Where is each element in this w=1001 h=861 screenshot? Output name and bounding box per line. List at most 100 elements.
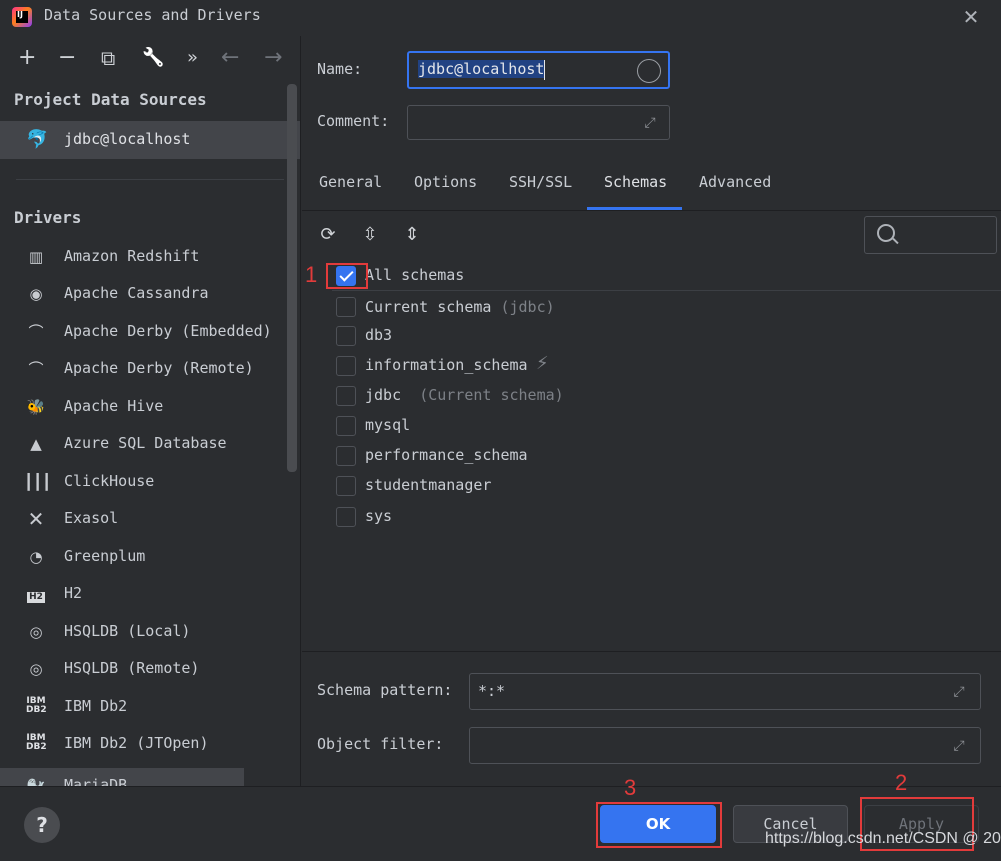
hsqldb-icon: ◎: [29, 623, 43, 641]
derby-icon: ⌒: [28, 323, 44, 341]
driver-item-apache-cassandra[interactable]: ◉ Apache Cassandra: [0, 276, 285, 312]
data-source-item-selected[interactable]: 🐬 jdbc@localhost: [0, 121, 300, 159]
back-arrow-icon[interactable]: ←: [221, 44, 239, 72]
refresh-icon[interactable]: ⟳: [316, 223, 340, 247]
expand-icon[interactable]: ⤢: [950, 683, 968, 701]
hsqldb-icon: ◎: [29, 660, 43, 678]
derby-icon: ⌒: [28, 360, 44, 378]
more-icon[interactable]: »: [187, 44, 198, 72]
add-icon[interactable]: +: [18, 44, 36, 72]
driver-item-ibm-db2[interactable]: IBM DB2 IBM Db2: [0, 689, 285, 725]
h2-icon: H2: [27, 592, 45, 603]
schema-checkbox-studentmanager[interactable]: [336, 476, 356, 496]
expand-all-icon[interactable]: ⇳: [358, 223, 382, 247]
driver-item-hsqldb-local[interactable]: ◎ HSQLDB (Local): [0, 614, 285, 650]
search-icon: [877, 224, 895, 242]
ibm-db2-icon: IBM DB2: [26, 696, 47, 715]
driver-item-amazon-redshift[interactable]: ▥ Amazon Redshift: [0, 239, 285, 275]
drivers-heading: Drivers: [14, 208, 82, 227]
ibm-db2-icon: IBM DB2: [26, 733, 47, 752]
dialog-footer: ? OK Cancel Apply: [0, 786, 1001, 861]
driver-item-exasol[interactable]: ✕ Exasol: [0, 501, 285, 537]
schema-label-mysql: mysql: [365, 416, 411, 434]
driver-item-azure-sql-database[interactable]: ▲ Azure SQL Database: [0, 426, 285, 462]
mysql-dolphin-icon: 🐬: [26, 129, 49, 150]
window-title: Data Sources and Drivers: [44, 6, 261, 24]
intellij-logo-icon: IJ: [12, 7, 32, 27]
driver-item-apache-derby-embedded[interactable]: ⌒ Apache Derby (Embedded): [0, 314, 285, 350]
schema-label-studentmanager: studentmanager: [365, 476, 492, 494]
hive-icon: 🐝: [26, 398, 46, 416]
annotation-box-3: [596, 802, 722, 848]
schema-label-current: Current schema (jdbc): [365, 298, 555, 316]
object-filter-input[interactable]: ⤢: [469, 727, 981, 764]
schema-checkbox-jdbc[interactable]: [336, 386, 356, 406]
divider: [332, 290, 1001, 291]
schema-label-performance-schema: performance_schema: [365, 446, 528, 464]
lightning-icon: ⚡: [536, 353, 549, 374]
tabs-divider: [302, 210, 1001, 211]
driver-item-apache-derby-remote[interactable]: ⌒ Apache Derby (Remote): [0, 351, 285, 387]
schema-search-input[interactable]: [864, 216, 997, 254]
driver-item-clickhouse[interactable]: ┃┃┃ ClickHouse: [0, 464, 285, 500]
schema-pattern-label: Schema pattern:: [317, 681, 453, 699]
schema-checkbox-performance-schema[interactable]: [336, 446, 356, 466]
driver-item-mariadb[interactable]: 🦭 MariaDB: [0, 768, 244, 786]
mariadb-icon: 🦭: [26, 777, 46, 786]
title-bar: IJ Data Sources and Drivers ✕: [0, 0, 1001, 34]
name-input[interactable]: jdbc@localhost: [407, 51, 670, 89]
annotation-number-2: 2: [895, 770, 908, 795]
data-source-label: jdbc@localhost: [64, 130, 191, 148]
help-button[interactable]: ?: [24, 807, 60, 843]
exasol-icon: ✕: [27, 507, 45, 531]
driver-item-greenplum[interactable]: ◔ Greenplum: [0, 539, 285, 575]
schema-pattern-input[interactable]: *:* ⤢: [469, 673, 981, 710]
wrench-icon[interactable]: 🔧: [142, 44, 164, 72]
object-filter-label: Object filter:: [317, 735, 444, 753]
left-panel: + − ⧉ 🔧 » ← → Project Data Sources 🐬 jdb…: [0, 36, 301, 786]
schema-checkbox-information-schema[interactable]: [336, 356, 356, 376]
tab-schemas[interactable]: Schemas: [604, 173, 667, 191]
driver-item-hsqldb-remote[interactable]: ◎ HSQLDB (Remote): [0, 651, 285, 687]
expand-icon[interactable]: ⤢: [641, 114, 659, 132]
tab-ssh-ssl[interactable]: SSH/SSL: [509, 173, 572, 191]
schema-label-db3: db3: [365, 326, 393, 344]
driver-item-apache-hive[interactable]: 🐝 Apache Hive: [0, 389, 285, 425]
divider: [302, 651, 1001, 652]
schema-label-jdbc: jdbc (Current schema): [365, 386, 564, 404]
watermark: https://blog.csdn.net/CSDN @ 2023: [765, 830, 1001, 847]
schema-checkbox-mysql[interactable]: [336, 416, 356, 436]
close-icon[interactable]: ✕: [960, 6, 982, 28]
remove-icon[interactable]: −: [58, 44, 76, 72]
redshift-icon: ▥: [28, 248, 44, 266]
color-circle-icon[interactable]: [637, 59, 661, 83]
clickhouse-icon: ┃┃┃: [24, 473, 52, 491]
schema-label-sys: sys: [365, 507, 393, 525]
driver-item-ibm-db2-jtopen[interactable]: IBM DB2 IBM Db2 (JTOpen): [0, 726, 285, 762]
annotation-box-1: [326, 263, 368, 289]
schema-label-information-schema: information_schema: [365, 356, 528, 374]
collapse-all-icon[interactable]: ⇕: [400, 223, 424, 247]
left-scrollbar[interactable]: [287, 84, 297, 472]
azure-icon: ▲: [30, 435, 42, 453]
project-data-sources-heading: Project Data Sources: [14, 90, 207, 109]
all-schemas-label: All schemas: [365, 266, 465, 284]
expand-icon[interactable]: ⤢: [950, 737, 968, 755]
tab-advanced[interactable]: Advanced: [699, 173, 771, 191]
duplicate-icon[interactable]: ⧉: [101, 44, 115, 72]
tab-general[interactable]: General: [319, 173, 382, 191]
schema-checkbox-sys[interactable]: [336, 507, 356, 527]
cassandra-icon: ◉: [29, 285, 43, 303]
greenplum-icon: ◔: [29, 548, 43, 566]
comment-label: Comment:: [317, 112, 390, 130]
driver-item-h2[interactable]: H2 H2: [0, 576, 285, 612]
forward-arrow-icon[interactable]: →: [264, 44, 282, 72]
annotation-number-1: 1: [305, 262, 318, 287]
schema-checkbox-db3[interactable]: [336, 326, 356, 346]
right-panel: Name: jdbc@localhost Comment: ⤢ General …: [302, 36, 1001, 786]
schema-checkbox-current[interactable]: [336, 297, 356, 317]
tab-options[interactable]: Options: [414, 173, 477, 191]
annotation-number-3: 3: [624, 775, 637, 800]
name-label: Name:: [317, 60, 363, 78]
comment-input[interactable]: ⤢: [407, 105, 670, 140]
